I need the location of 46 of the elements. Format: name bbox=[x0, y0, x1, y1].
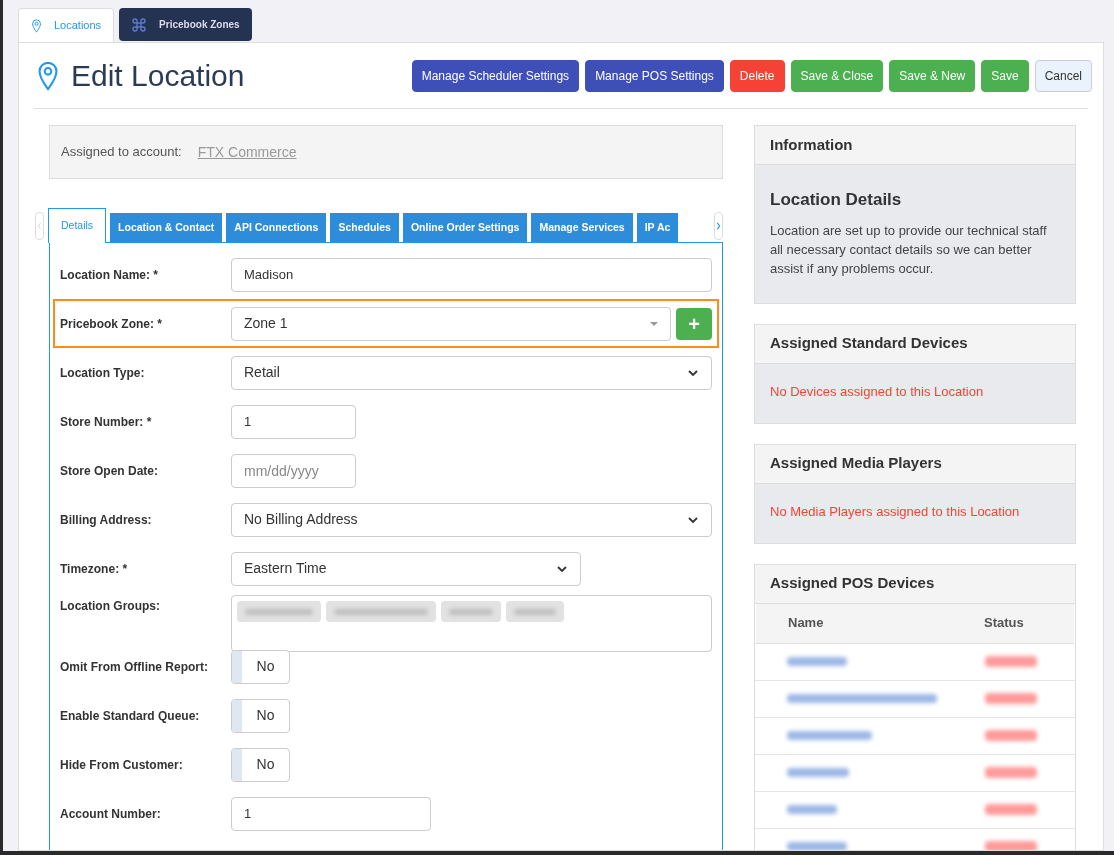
field-label: Account Number: bbox=[60, 805, 162, 823]
form-tab[interactable]: Manage Services bbox=[531, 213, 633, 242]
panel-title: Information bbox=[770, 134, 853, 155]
panel-title: Assigned Media Players bbox=[770, 453, 942, 474]
select-field[interactable]: Zone 1 bbox=[231, 306, 671, 341]
action-button[interactable]: Manage POS Settings bbox=[585, 59, 724, 92]
action-button[interactable]: Delete bbox=[729, 59, 785, 92]
empty-message: No Media Players assigned to this Location bbox=[770, 503, 1020, 519]
panel-description: Location are set up to provide our technical staff all necessary contact details so we can better assist if any problems occur. bbox=[770, 221, 1048, 278]
field-label: Location Type: bbox=[60, 364, 146, 382]
form-tab[interactable]: IP Ac bbox=[636, 213, 679, 242]
field-label: Omit From Offline Report: bbox=[60, 658, 209, 676]
text-field[interactable]: Madison bbox=[231, 257, 712, 292]
form-tab[interactable]: API Connections bbox=[226, 213, 327, 242]
date-field[interactable]: mm/dd/yyyy bbox=[231, 453, 356, 488]
form-tab[interactable]: Online Order Settings bbox=[402, 213, 528, 242]
panel-title: Assigned POS Devices bbox=[770, 573, 935, 594]
column-header: Status bbox=[983, 614, 1025, 633]
field-label: Location Groups: bbox=[60, 598, 161, 615]
page-title: Edit Location bbox=[71, 58, 245, 94]
select-field[interactable]: No Billing Address bbox=[231, 502, 712, 537]
select-field[interactable]: Retail bbox=[231, 355, 712, 390]
empty-message: No Devices assigned to this Location bbox=[770, 383, 984, 399]
select-field[interactable]: Eastern Time bbox=[231, 551, 581, 586]
field-label: Enable Standard Queue: bbox=[60, 707, 201, 725]
action-button[interactable]: Cancel bbox=[1034, 59, 1092, 92]
toggle-switch[interactable]: No bbox=[231, 747, 290, 782]
text-field[interactable]: 1 bbox=[231, 404, 356, 439]
column-header: Name bbox=[787, 614, 825, 633]
field-label: Store Open Date: bbox=[60, 462, 159, 480]
form-tab[interactable]: Schedules bbox=[330, 213, 399, 242]
text-field[interactable]: 1 bbox=[231, 796, 431, 831]
account-label: Assigned to account: bbox=[61, 143, 182, 162]
toggle-switch[interactable]: No bbox=[231, 698, 290, 733]
field-label: Timezone: * bbox=[60, 560, 129, 578]
field-label: Pricebook Zone: * bbox=[60, 315, 164, 333]
field-label: Location Name: * bbox=[60, 266, 159, 284]
panel-subtitle: Location Details bbox=[770, 189, 903, 211]
form-tab[interactable]: Location & Contact bbox=[110, 213, 223, 242]
toggle-switch[interactable]: No bbox=[231, 649, 290, 684]
field-label: Store Number: * bbox=[60, 413, 153, 431]
panel-title: Assigned Standard Devices bbox=[770, 333, 968, 354]
field-label: Hide From Customer: bbox=[60, 756, 184, 774]
field-label: Billing Address: bbox=[60, 511, 153, 529]
action-button[interactable]: Manage Scheduler Settings bbox=[411, 59, 580, 92]
page-tab[interactable]: Pricebook Zones bbox=[119, 8, 252, 41]
